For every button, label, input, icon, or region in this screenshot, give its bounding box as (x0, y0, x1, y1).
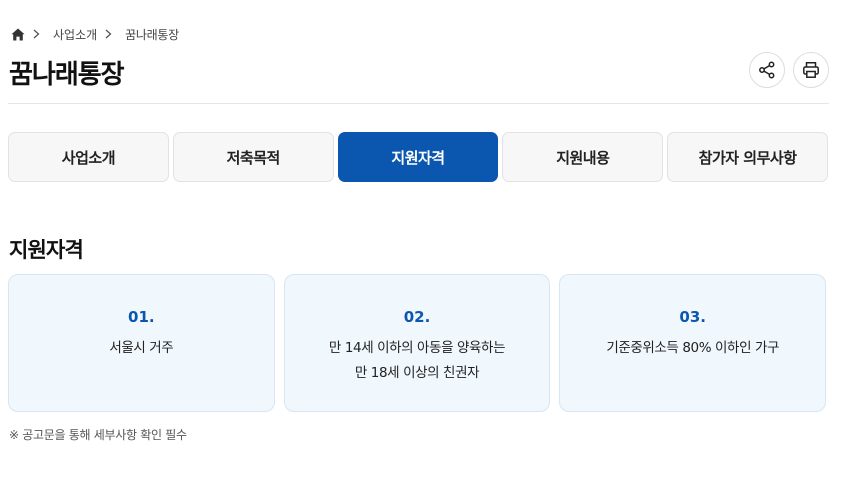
chevron-right-icon (105, 29, 115, 39)
chevron-right-icon (33, 29, 43, 39)
tab-business-intro[interactable]: 사업소개 (8, 132, 169, 182)
title-divider (8, 103, 829, 104)
title-actions (749, 52, 829, 88)
card-text: 서울시 거주 (109, 336, 173, 361)
card-text-line: 서울시 거주 (109, 340, 174, 356)
tab-bar: 사업소개 저축목적 지원자격 지원내용 참가자 의무사항 (8, 132, 828, 182)
breadcrumb: 사업소개 꿈나래통장 (11, 25, 179, 43)
share-button[interactable] (749, 52, 785, 88)
home-icon[interactable] (11, 27, 25, 41)
tab-saving-purpose[interactable]: 저축목적 (172, 132, 334, 182)
section-title: 지원자격 (9, 238, 84, 262)
card-number: 02. (403, 308, 431, 326)
eligibility-card: 02. 만 14세 이하의 아동을 양육하는 만 18세 이상의 친권자 (283, 274, 551, 412)
tab-support-details[interactable]: 지원내용 (502, 132, 664, 182)
eligibility-card: 01. 서울시 거주 (8, 274, 275, 412)
print-button[interactable] (793, 52, 829, 88)
page-title: 꿈나래통장 (9, 60, 125, 90)
print-icon (803, 62, 819, 78)
breadcrumb-item-current: 꿈나래통장 (125, 27, 179, 42)
card-number: 01. (128, 308, 155, 326)
card-text-line: 만 14세 이하의 아동을 양육하는 (328, 340, 506, 356)
share-icon (759, 61, 775, 79)
card-text: 만 14세 이하의 아동을 양육하는 만 18세 이상의 친권자 (328, 336, 506, 386)
footnote: ※ 공고문을 통해 세부사항 확인 필수 (9, 428, 187, 442)
eligibility-card: 03. 기준중위소득 80% 이하인 가구 (559, 274, 827, 412)
tab-participant-duties[interactable]: 참가자 의무사항 (667, 132, 828, 182)
card-text: 기준중위소득 80% 이하인 가구 (606, 336, 779, 361)
card-text-line: 만 18세 이상의 친권자 (354, 365, 480, 381)
tab-eligibility[interactable]: 지원자격 (337, 132, 499, 182)
breadcrumb-item-business[interactable]: 사업소개 (53, 26, 97, 43)
card-text-line: 기준중위소득 80% 이하인 가구 (606, 340, 780, 356)
eligibility-cards: 01. 서울시 거주 02. 만 14세 이하의 아동을 양육하는 만 18세 … (8, 274, 827, 412)
card-number: 03. (679, 308, 706, 326)
